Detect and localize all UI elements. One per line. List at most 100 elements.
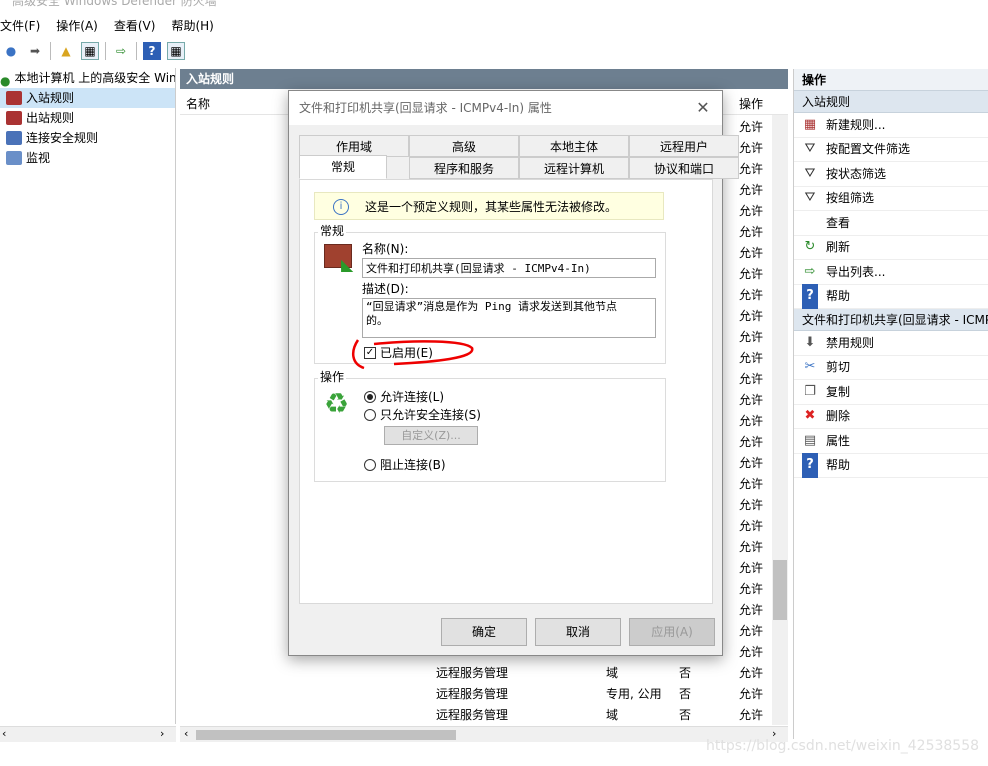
action-item[interactable]: ? 帮助	[794, 453, 988, 478]
action-item[interactable]: ✂ 剪切	[794, 356, 988, 380]
action-item[interactable]: ⛛ 按配置文件筛选	[794, 138, 988, 162]
toolbar-divider	[105, 42, 106, 60]
tab-0[interactable]: 作用域	[299, 135, 409, 157]
tab-4[interactable]: 常规	[299, 155, 387, 179]
action-item[interactable]: ▦ 新建规则...	[794, 113, 988, 138]
rule-group: 远程服务管理	[436, 708, 509, 722]
rule-override: 否	[679, 666, 692, 680]
menu-item[interactable]: 操作(A)	[56, 16, 104, 36]
table-row[interactable]: 远程服务管理(NP-In)远程服务管理域否允许	[180, 663, 772, 684]
table-row[interactable]: 远程服务管理(NP-In)远程服务管理专用, 公用否允许	[180, 684, 772, 705]
action-item[interactable]: ✖ 删除	[794, 405, 988, 429]
tab-panel-general: i 这是一个预定义规则，其某些属性无法被修改。 常规 ◣ 名称(N): 文件和打…	[299, 179, 713, 604]
description-field[interactable]: “回显请求”消息是作为 Ping 请求发送到其他节点的。	[362, 298, 656, 338]
tab-1[interactable]: 高级	[409, 135, 519, 157]
actions-section-inbound[interactable]: 入站规则	[794, 91, 988, 113]
radio-block[interactable]: 阻止连接(B)	[364, 456, 446, 473]
center-pane-header: 入站规则	[180, 69, 788, 89]
properties-dialog: 文件和打印机共享(回显请求 - ICMPv4-In) 属性 ✕ 作用域 高级 本地主…	[288, 90, 739, 656]
close-icon[interactable]: ✕	[692, 97, 714, 119]
navigation-tree: ● 本地计算机 上的高级安全 Wind 入站规则 出站规则 连接安全规则 监视	[0, 68, 176, 724]
info-text: 这是一个预定义规则，其某些属性无法被修改。	[365, 200, 618, 214]
forward-icon[interactable]: ➡	[26, 42, 44, 60]
outbound-rules-icon	[6, 111, 22, 125]
menu-item[interactable]: 帮助(H)	[171, 16, 219, 36]
tree-root[interactable]: ● 本地计算机 上的高级安全 Wind	[0, 68, 175, 88]
rule-profile: 域	[606, 708, 619, 722]
actions-section-rule[interactable]: 文件和打印机共享(回显请求 - ICMP	[794, 309, 988, 331]
name-field[interactable]: 文件和打印机共享(回显请求 - ICMPv4-In)	[362, 258, 656, 278]
refresh-icon: ↻	[804, 239, 816, 254]
radio-unselected-icon	[364, 409, 376, 421]
action-item[interactable]: ❐ 复制	[794, 380, 988, 405]
action-item[interactable]: ? 帮助	[794, 284, 988, 309]
radio-selected-icon	[364, 391, 376, 403]
column-name[interactable]: 名称	[186, 93, 210, 115]
action-group-label: 操作	[318, 368, 347, 385]
ok-button[interactable]: 确定	[441, 618, 527, 646]
monitor-icon	[6, 151, 22, 165]
name-label: 名称(N):	[362, 242, 409, 256]
tree-item-inbound[interactable]: 入站规则	[0, 88, 175, 108]
new-rule-icon: ▦	[803, 116, 817, 132]
tree-root-label: 本地计算机 上的高级安全 Wind	[14, 71, 175, 85]
cancel-button[interactable]: 取消	[535, 618, 621, 646]
actions-pane: 操作 入站规则 ▦ 新建规则... ⛛ 按配置文件筛选 ⛛ 按状态筛选 ⛛ 按组筛选 查看 ↻ 刷新…	[793, 69, 988, 739]
action-item[interactable]: ⇨ 导出列表...	[794, 260, 988, 285]
tab-6[interactable]: 远程计算机	[519, 157, 629, 179]
action-item[interactable]: ⛛ 按组筛选	[794, 187, 988, 211]
rule-override: 否	[679, 708, 692, 722]
disable-icon: ⬇	[804, 334, 816, 350]
toolbar-divider	[136, 42, 137, 60]
filter-icon: ⛛	[804, 165, 816, 181]
apply-button[interactable]: 应用(A)	[629, 618, 715, 646]
action-item[interactable]: ↻ 刷新	[794, 236, 988, 260]
rule-group: 远程服务管理	[436, 687, 509, 701]
rule-override: 否	[679, 687, 692, 701]
action-item[interactable]: ⛛ 按状态筛选	[794, 162, 988, 187]
tree-item-outbound[interactable]: 出站规则	[0, 108, 175, 128]
scrollbar-thumb[interactable]	[773, 560, 787, 620]
rules-horizontal-scrollbar[interactable]: ‹ ›	[180, 726, 788, 742]
info-banner: i 这是一个预定义规则，其某些属性无法被修改。	[314, 192, 664, 220]
delete-icon: ✖	[804, 408, 816, 423]
tree-item-connection-security[interactable]: 连接安全规则	[0, 128, 175, 148]
back-icon[interactable]: ●	[2, 42, 20, 60]
radio-allow-secure[interactable]: 只允许安全连接(S)	[364, 406, 481, 423]
tab-5[interactable]: 程序和服务	[409, 157, 519, 179]
table-row[interactable]: 远程服务管理(RPC)远程服务管理域否允许	[180, 705, 772, 726]
tab-7[interactable]: 协议和端口	[629, 157, 739, 179]
general-group-label: 常规	[318, 222, 347, 239]
show-hide-tree-icon[interactable]: ▦	[81, 42, 99, 60]
up-folder-icon[interactable]: ▲	[57, 42, 75, 60]
watermark: https://blog.csdn.net/weixin_42538558	[706, 738, 980, 754]
description-label: 描述(D):	[362, 282, 409, 296]
action-item[interactable]: 查看	[794, 211, 988, 236]
radio-allow[interactable]: 允许连接(L)	[364, 388, 444, 405]
rules-vertical-scrollbar[interactable]	[772, 115, 788, 725]
tab-2[interactable]: 本地主体	[519, 135, 629, 157]
rule-group: 远程服务管理	[436, 666, 509, 680]
action-item[interactable]: ⬇ 禁用规则	[794, 331, 988, 356]
actions-header: 操作	[794, 69, 988, 91]
tab-3[interactable]: 远程用户	[629, 135, 739, 157]
customize-button[interactable]: 自定义(Z)...	[384, 426, 478, 445]
firewall-icon: ●	[0, 74, 11, 88]
dialog-title: 文件和打印机共享(回显请求 - ICMPv4-In) 属性	[289, 91, 722, 125]
window-title: 高级安全 Windows Defender 防火墙	[12, 0, 217, 8]
tree-item-monitor[interactable]: 监视	[0, 148, 175, 168]
tree-horizontal-scrollbar[interactable]: ‹ ›	[0, 726, 176, 742]
menu-item[interactable]: 文件(F)	[0, 16, 46, 36]
menu-item[interactable]: 查看(V)	[114, 16, 162, 36]
help-icon: ?	[802, 284, 818, 309]
help-icon: ?	[802, 453, 818, 478]
firewall-rule-icon: ◣	[324, 244, 353, 274]
export-icon[interactable]: ⇨	[112, 42, 130, 60]
copy-icon: ❐	[804, 383, 816, 399]
toolbar-divider	[50, 42, 51, 60]
show-hide-action-pane-icon[interactable]: ▦	[167, 42, 185, 60]
help-icon[interactable]: ?	[143, 42, 161, 60]
action-item[interactable]: ▤ 属性	[794, 429, 988, 454]
filter-icon: ⛛	[804, 190, 816, 205]
column-action[interactable]: 操作	[739, 93, 763, 115]
